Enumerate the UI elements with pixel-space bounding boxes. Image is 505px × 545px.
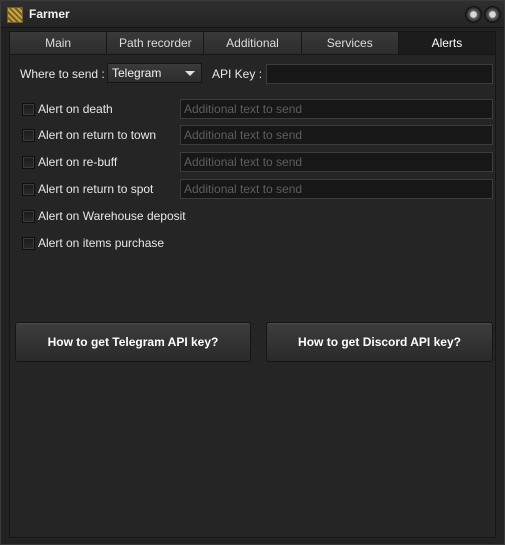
discord-api-help-button[interactable]: How to get Discord API key? <box>266 322 493 362</box>
alert-return-spot-text-input[interactable]: Additional text to send <box>180 179 493 199</box>
alert-return-spot-label: Alert on return to spot <box>38 182 154 196</box>
minimize-icon[interactable] <box>466 7 481 22</box>
where-to-send-select[interactable]: Telegram <box>107 63 202 83</box>
farmer-window: Farmer Main Path recorder Additional Ser… <box>0 0 505 545</box>
alert-rebuff-row[interactable]: Alert on re-buff <box>22 154 117 170</box>
tab-services[interactable]: Services <box>300 31 398 55</box>
tab-additional[interactable]: Additional <box>203 31 301 55</box>
alert-return-spot-row[interactable]: Alert on return to spot <box>22 181 153 197</box>
tab-path-recorder[interactable]: Path recorder <box>106 31 204 55</box>
tab-alerts[interactable]: Alerts <box>397 31 497 55</box>
api-key-label: API Key : <box>212 67 263 81</box>
alert-death-checkbox[interactable] <box>22 102 35 116</box>
alert-return-town-checkbox[interactable] <box>22 128 35 142</box>
telegram-api-help-button[interactable]: How to get Telegram API key? <box>15 322 251 362</box>
api-key-input[interactable] <box>266 64 493 84</box>
alert-purchase-label: Alert on items purchase <box>38 236 165 250</box>
app-logo-icon <box>7 7 23 23</box>
alert-death-row[interactable]: Alert on death <box>22 101 113 117</box>
alert-rebuff-checkbox[interactable] <box>22 155 35 169</box>
alert-death-text-input[interactable]: Additional text to send <box>180 99 493 119</box>
alert-return-spot-checkbox[interactable] <box>22 182 35 196</box>
where-to-send-label: Where to send : <box>20 67 105 81</box>
alert-return-town-text-input[interactable]: Additional text to send <box>180 125 493 145</box>
alert-purchase-checkbox[interactable] <box>22 236 35 250</box>
alert-warehouse-row[interactable]: Alert on Warehouse deposit <box>22 208 186 224</box>
where-to-send-value: Telegram <box>112 66 162 80</box>
alert-return-town-row[interactable]: Alert on return to town <box>22 127 156 143</box>
close-icon[interactable] <box>485 7 500 22</box>
chevron-down-icon <box>185 71 195 76</box>
alert-return-town-label: Alert on return to town <box>38 128 157 142</box>
alert-warehouse-checkbox[interactable] <box>22 209 35 223</box>
tab-main[interactable]: Main <box>9 31 107 55</box>
window-title: Farmer <box>29 7 70 21</box>
title-bar[interactable]: Farmer <box>1 1 504 28</box>
alert-death-label: Alert on death <box>38 102 113 116</box>
alert-rebuff-text-input[interactable]: Additional text to send <box>180 152 493 172</box>
alert-rebuff-label: Alert on re-buff <box>38 155 118 169</box>
tab-bar: Main Path recorder Additional Services A… <box>9 31 497 55</box>
alert-purchase-row[interactable]: Alert on items purchase <box>22 235 164 251</box>
alert-warehouse-label: Alert on Warehouse deposit <box>38 209 186 223</box>
